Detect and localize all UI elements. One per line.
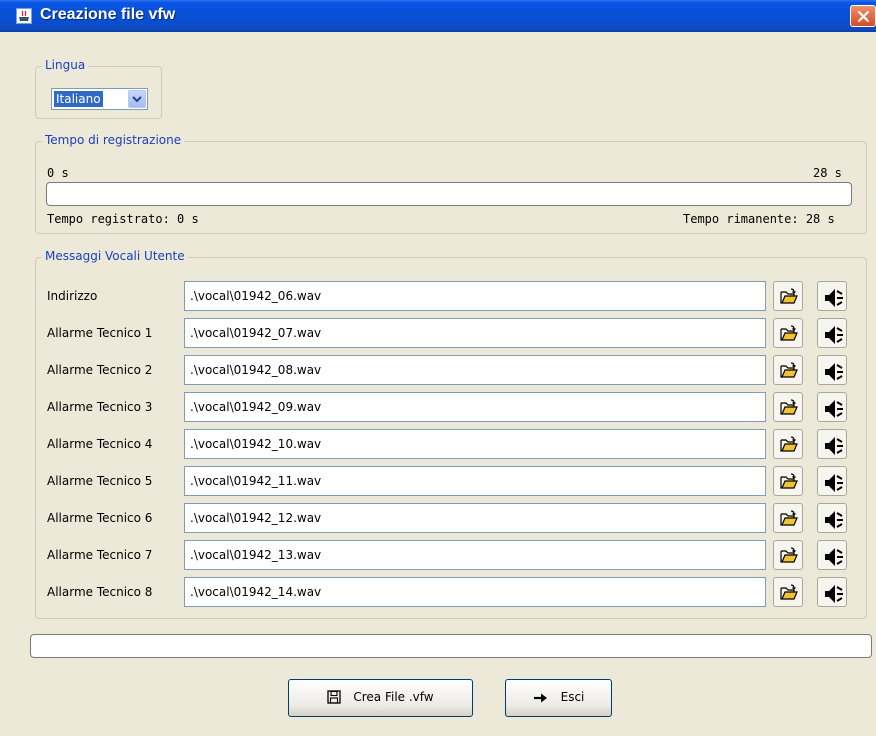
browse-file-button[interactable] — [773, 540, 803, 570]
remaining-time-label: Tempo rimanente: 28 s — [683, 212, 835, 226]
message-label: Allarme Tecnico 8 — [47, 585, 153, 599]
speaker-icon — [825, 585, 843, 603]
status-progress-bar — [30, 634, 872, 658]
window-title: Creazione file vfw — [40, 6, 176, 23]
recording-progress-bar — [46, 182, 852, 206]
recording-time-legend: Tempo di registrazione — [42, 133, 185, 147]
message-label: Allarme Tecnico 4 — [47, 437, 153, 451]
speaker-icon — [825, 400, 843, 418]
play-audio-button[interactable] — [817, 503, 847, 533]
dialog-window: Creazione file vfw Lingua Italiano Tempo… — [0, 0, 876, 736]
create-file-button[interactable]: Crea File .vfw — [288, 679, 473, 717]
message-file-field[interactable]: .\vocal\01942_13.wav — [184, 540, 766, 570]
recording-min-label: 0 s — [47, 166, 69, 180]
folder-open-icon — [780, 547, 798, 563]
floppy-disk-icon — [327, 690, 342, 704]
chevron-down-icon[interactable] — [128, 90, 146, 108]
play-audio-button[interactable] — [817, 355, 847, 385]
browse-file-button[interactable] — [773, 466, 803, 496]
exit-button[interactable]: Esci — [505, 679, 612, 717]
speaker-icon — [825, 326, 843, 344]
folder-open-icon — [780, 473, 798, 489]
speaker-icon — [825, 363, 843, 381]
folder-open-icon — [780, 325, 798, 341]
browse-file-button[interactable] — [773, 281, 803, 311]
recording-max-label: 28 s — [813, 166, 842, 180]
browse-file-button[interactable] — [773, 355, 803, 385]
play-audio-button[interactable] — [817, 281, 847, 311]
create-file-label: Crea File .vfw — [353, 690, 434, 704]
message-label: Allarme Tecnico 2 — [47, 363, 153, 377]
recorded-time-label: Tempo registrato: 0 s — [47, 212, 199, 226]
folder-open-icon — [780, 510, 798, 526]
message-file-field[interactable]: .\vocal\01942_06.wav — [184, 281, 766, 311]
language-selected-value: Italiano — [54, 91, 103, 107]
message-file-field[interactable]: .\vocal\01942_12.wav — [184, 503, 766, 533]
play-audio-button[interactable] — [817, 540, 847, 570]
speaker-icon — [825, 511, 843, 529]
play-audio-button[interactable] — [817, 577, 847, 607]
browse-file-button[interactable] — [773, 318, 803, 348]
message-file-field[interactable]: .\vocal\01942_09.wav — [184, 392, 766, 422]
voice-messages-legend: Messaggi Vocali Utente — [42, 249, 188, 263]
message-file-field[interactable]: .\vocal\01942_14.wav — [184, 577, 766, 607]
exit-label: Esci — [560, 690, 585, 704]
java-app-icon — [16, 8, 32, 24]
language-select[interactable]: Italiano — [51, 88, 148, 110]
speaker-icon — [825, 437, 843, 455]
folder-open-icon — [780, 288, 798, 304]
message-label: Allarme Tecnico 5 — [47, 474, 153, 488]
message-label: Allarme Tecnico 1 — [47, 326, 153, 340]
folder-open-icon — [780, 399, 798, 415]
message-file-field[interactable]: .\vocal\01942_08.wav — [184, 355, 766, 385]
browse-file-button[interactable] — [773, 577, 803, 607]
title-bar[interactable]: Creazione file vfw — [0, 0, 876, 32]
message-label: Allarme Tecnico 3 — [47, 400, 153, 414]
speaker-icon — [825, 289, 843, 307]
play-audio-button[interactable] — [817, 392, 847, 422]
close-icon — [857, 10, 870, 23]
play-audio-button[interactable] — [817, 429, 847, 459]
arrow-right-icon — [533, 693, 547, 703]
browse-file-button[interactable] — [773, 392, 803, 422]
folder-open-icon — [780, 362, 798, 378]
play-audio-button[interactable] — [817, 466, 847, 496]
speaker-icon — [825, 474, 843, 492]
play-audio-button[interactable] — [817, 318, 847, 348]
browse-file-button[interactable] — [773, 503, 803, 533]
message-file-field[interactable]: .\vocal\01942_10.wav — [184, 429, 766, 459]
message-file-field[interactable]: .\vocal\01942_11.wav — [184, 466, 766, 496]
folder-open-icon — [780, 584, 798, 600]
message-label: Allarme Tecnico 7 — [47, 548, 153, 562]
folder-open-icon — [780, 436, 798, 452]
browse-file-button[interactable] — [773, 429, 803, 459]
message-label: Allarme Tecnico 6 — [47, 511, 153, 525]
close-button[interactable] — [850, 5, 876, 27]
message-file-field[interactable]: .\vocal\01942_07.wav — [184, 318, 766, 348]
message-label: Indirizzo — [47, 289, 98, 303]
speaker-icon — [825, 548, 843, 566]
language-legend: Lingua — [42, 58, 89, 72]
